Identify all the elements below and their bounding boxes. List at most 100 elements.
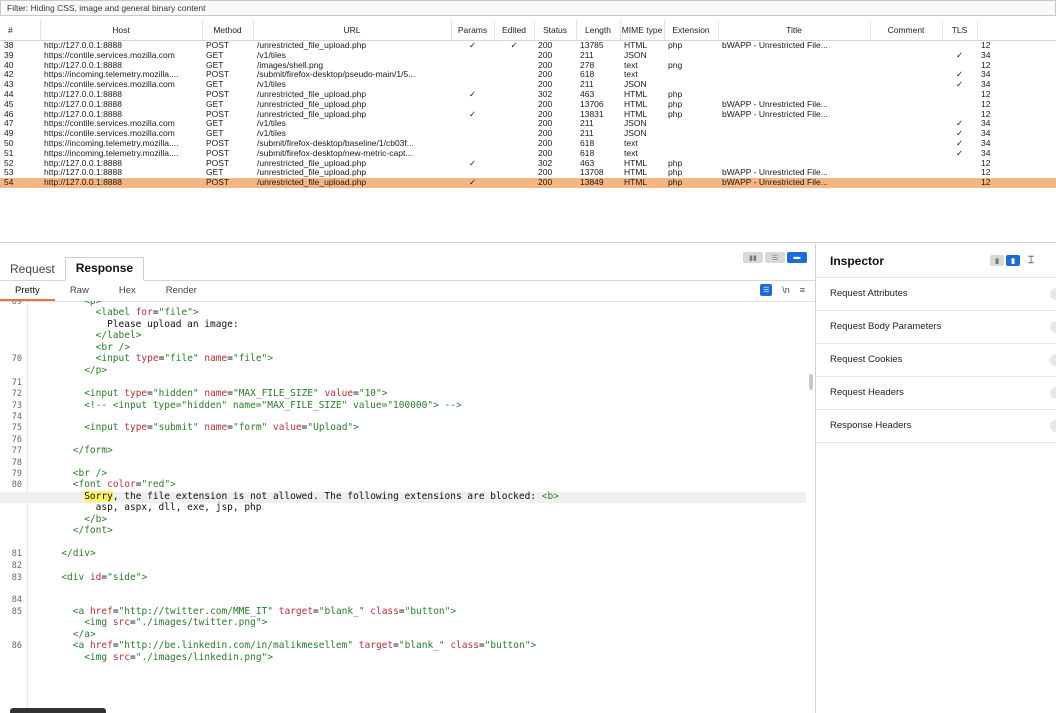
- cell-edited: [494, 119, 534, 129]
- cell-edited: [494, 80, 534, 90]
- column-header[interactable]: URL: [253, 20, 452, 41]
- cell-params: ✓: [468, 158, 477, 168]
- filter-bar[interactable]: Filter: Hiding CSS, image and general bi…: [0, 0, 1056, 16]
- table-row[interactable]: 52 http://127.0.0.1:8888 POST/unrestricted…: [0, 159, 1056, 169]
- cell-status: 200: [538, 168, 553, 178]
- cell-method: GET: [206, 168, 224, 178]
- column-header[interactable]: [977, 20, 1056, 41]
- cell-host: http://127.0.0.1:8888: [40, 178, 202, 188]
- cell-mime: text: [624, 138, 638, 148]
- cell-length: 278: [580, 60, 595, 70]
- menu-icon[interactable]: ≡: [800, 285, 805, 295]
- editor-tabs: Request Response ▮▮ ☰ ▬: [0, 244, 815, 281]
- table-row[interactable]: 54 http://127.0.0.1:8888 POST/unrestricted…: [0, 178, 1056, 188]
- layout-toggle: ▮▮ ☰ ▬: [743, 252, 807, 263]
- column-header[interactable]: MIME type: [620, 20, 665, 41]
- table-row[interactable]: 50 https://incoming.telemetry.mozilla....…: [0, 139, 1056, 149]
- line-number: 77: [11, 446, 22, 457]
- line-number: 73: [11, 400, 22, 411]
- table-row[interactable]: 45 http://127.0.0.1:8888 GET/unrestricted_…: [0, 100, 1056, 110]
- cell-ip: 34: [981, 70, 991, 80]
- column-header[interactable]: TLS: [942, 20, 978, 41]
- cell-ext: png: [668, 60, 683, 70]
- cell-mime: HTML: [624, 168, 648, 178]
- cell-edited: [494, 110, 534, 120]
- cell-ip: 34: [981, 138, 991, 148]
- table-row[interactable]: 44 http://127.0.0.1:8888 POST/unrestricted…: [0, 90, 1056, 100]
- subtab-pretty[interactable]: Pretty: [0, 281, 55, 301]
- expand-toggle[interactable]: [1050, 387, 1056, 399]
- subtab-hex[interactable]: Hex: [104, 281, 151, 301]
- subtab-raw[interactable]: Raw: [55, 281, 104, 301]
- inspector-section[interactable]: Request Cookies: [816, 344, 1056, 377]
- inspector-section[interactable]: Request Body Parameters: [816, 311, 1056, 344]
- line-number: 75: [11, 423, 22, 434]
- cell-params: [451, 139, 494, 149]
- expand-toggle[interactable]: [1050, 288, 1056, 300]
- table-row[interactable]: 46 http://127.0.0.1:8888 POST/unrestricted…: [0, 110, 1056, 120]
- single-pane-icon[interactable]: ▬: [787, 252, 807, 263]
- cell-ext: [664, 80, 718, 90]
- code-line: 84: [0, 595, 806, 606]
- tab-response[interactable]: Response: [64, 257, 145, 281]
- inspector-section[interactable]: Response Headers: [816, 410, 1056, 443]
- column-header[interactable]: Length: [576, 20, 621, 41]
- split-horizontal-icon[interactable]: ▮▮: [743, 252, 763, 263]
- table-row[interactable]: 51 https://incoming.telemetry.mozilla....…: [0, 149, 1056, 159]
- column-header[interactable]: Method: [202, 20, 254, 41]
- column-header[interactable]: Status: [534, 20, 577, 41]
- cell-ext: [664, 129, 718, 139]
- column-header[interactable]: Comment: [870, 20, 943, 41]
- table-row[interactable]: 47 https://contile.services.mozilla.com GE…: [0, 119, 1056, 129]
- column-header[interactable]: Params: [451, 20, 495, 41]
- cell-host: https://incoming.telemetry.mozilla....: [44, 70, 179, 80]
- code-viewer[interactable]: 69 <p> <label for="file"> Please upload …: [0, 301, 808, 713]
- split-vertical-icon[interactable]: ☰: [765, 252, 785, 263]
- inspector-section-label: Response Headers: [830, 420, 912, 431]
- cell-id: 50: [4, 138, 14, 148]
- vertical-scrollbar[interactable]: [809, 374, 813, 390]
- table-row[interactable]: 38 http://127.0.0.1:8888 POST/unrestricted…: [0, 41, 1056, 51]
- code-line: 71: [0, 378, 806, 389]
- cell-comment: [870, 100, 942, 110]
- cell-ip: 12: [981, 99, 991, 109]
- code-line: </font>: [72, 525, 113, 536]
- newline-toggle[interactable]: \n: [782, 285, 790, 295]
- table-row[interactable]: 53 http://127.0.0.1:8888 GET/unrestricted_…: [0, 168, 1056, 178]
- cell-length: 211: [580, 80, 594, 90]
- subtab-render[interactable]: Render: [151, 281, 212, 301]
- column-header[interactable]: Extension: [664, 20, 719, 41]
- collapse-icon[interactable]: ⌶: [1028, 255, 1034, 266]
- table-row[interactable]: 40 http://127.0.0.1:8888 GET/images/shell.…: [0, 61, 1056, 71]
- cell-url: /v1/tiles: [257, 80, 286, 90]
- inspector-section-label: Request Body Parameters: [830, 321, 942, 332]
- cell-mime: HTML: [624, 109, 648, 119]
- table-row[interactable]: 43 https://contile.services.mozilla.com GE…: [0, 80, 1056, 90]
- expand-toggle[interactable]: [1050, 354, 1056, 366]
- cell-ext: php: [668, 40, 683, 51]
- table-row[interactable]: 39 https://contile.services.mozilla.com GE…: [0, 51, 1056, 61]
- column-header[interactable]: Title: [718, 20, 871, 41]
- column-header[interactable]: Host: [40, 20, 203, 41]
- inspector-layout-active-icon[interactable]: ▮: [1006, 255, 1020, 266]
- table-row[interactable]: 42 https://incoming.telemetry.mozilla....…: [0, 70, 1056, 80]
- cell-host: http://127.0.0.1:8888: [44, 40, 122, 51]
- expand-toggle[interactable]: [1050, 321, 1056, 333]
- line-number: 81: [11, 548, 22, 559]
- inspector-layout-icon[interactable]: ▮: [990, 255, 1004, 266]
- tab-request[interactable]: Request: [0, 256, 65, 280]
- format-icon[interactable]: ☰: [760, 284, 773, 296]
- cell-comment: [870, 70, 942, 80]
- cell-params: ✓: [468, 89, 477, 99]
- table-row[interactable]: 49 https://contile.services.mozilla.com GE…: [0, 129, 1056, 139]
- cell-comment: [870, 149, 942, 159]
- inspector-section[interactable]: Request Headers: [816, 377, 1056, 410]
- code-line: 78: [0, 458, 806, 469]
- line-number: 86: [11, 641, 22, 651]
- code-line: Sorry, the file extension is not allowed…: [0, 490, 806, 503]
- inspector-section[interactable]: Request Attributes: [816, 278, 1056, 311]
- column-header[interactable]: Edited: [494, 20, 535, 41]
- cell-title: [718, 61, 870, 71]
- expand-toggle[interactable]: [1050, 420, 1056, 432]
- column-header[interactable]: #: [0, 20, 41, 41]
